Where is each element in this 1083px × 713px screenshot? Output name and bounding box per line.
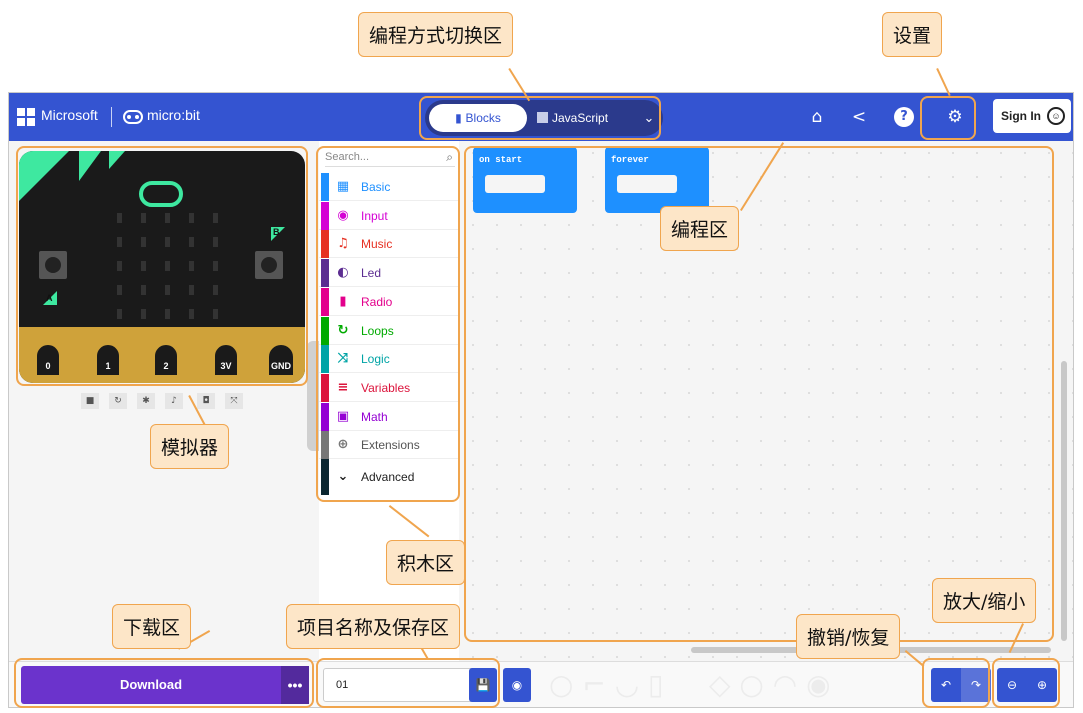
screenshot-icon[interactable]: ◘ (197, 393, 215, 409)
undo-redo-highlight (922, 658, 990, 708)
restart-icon[interactable]: ↻ (109, 393, 127, 409)
brand-divider (111, 107, 112, 127)
github-icon[interactable]: ◉ (503, 668, 531, 702)
coding-area-highlight (464, 146, 1054, 642)
settings-highlight (920, 96, 976, 140)
callout-project-area: 项目名称及保存区 (286, 604, 461, 649)
microbit-logo-icon (123, 110, 143, 124)
callout-download-area: 下载区 (112, 604, 192, 649)
microsoft-brand: Microsoft (41, 107, 98, 123)
stop-icon[interactable]: ■ (81, 393, 99, 409)
callout-blocks-area: 积木区 (386, 540, 466, 585)
project-highlight (316, 658, 500, 708)
download-highlight (14, 658, 314, 708)
sign-in-button[interactable]: Sign In ☺ (993, 99, 1071, 133)
user-icon: ☺ (1047, 107, 1065, 125)
callout-settings: 设置 (882, 12, 943, 57)
mute-icon[interactable]: ♪ (165, 393, 183, 409)
microsoft-logo-icon (17, 108, 35, 126)
callout-undo-redo: 撤销/恢复 (796, 614, 901, 659)
help-icon[interactable]: ? (894, 107, 914, 127)
callout-simulator: 模拟器 (150, 424, 230, 469)
callout-mode-switch: 编程方式切换区 (358, 12, 514, 57)
sign-in-label: Sign In (1001, 109, 1041, 123)
mode-switch-highlight (419, 96, 661, 140)
zoom-highlight (992, 658, 1060, 708)
fullscreen-icon[interactable]: ⤧ (225, 393, 243, 409)
workspace-scrollbar-vertical[interactable] (1061, 361, 1067, 641)
simulator-highlight (16, 146, 308, 386)
share-icon[interactable]: < (847, 105, 871, 129)
debug-icon[interactable]: ✱ (137, 393, 155, 409)
blocks-highlight (316, 146, 460, 502)
background-decoration: ○ ⌐ ◡ ▯ (549, 668, 664, 701)
home-icon[interactable]: ⌂ (805, 105, 829, 129)
background-decoration: ◇ ○ ◠ ◉ (709, 668, 831, 701)
microbit-brand[interactable]: micro:bit (147, 107, 200, 123)
callout-coding-area: 编程区 (660, 206, 740, 251)
callout-zoom: 放大/缩小 (932, 578, 1037, 623)
